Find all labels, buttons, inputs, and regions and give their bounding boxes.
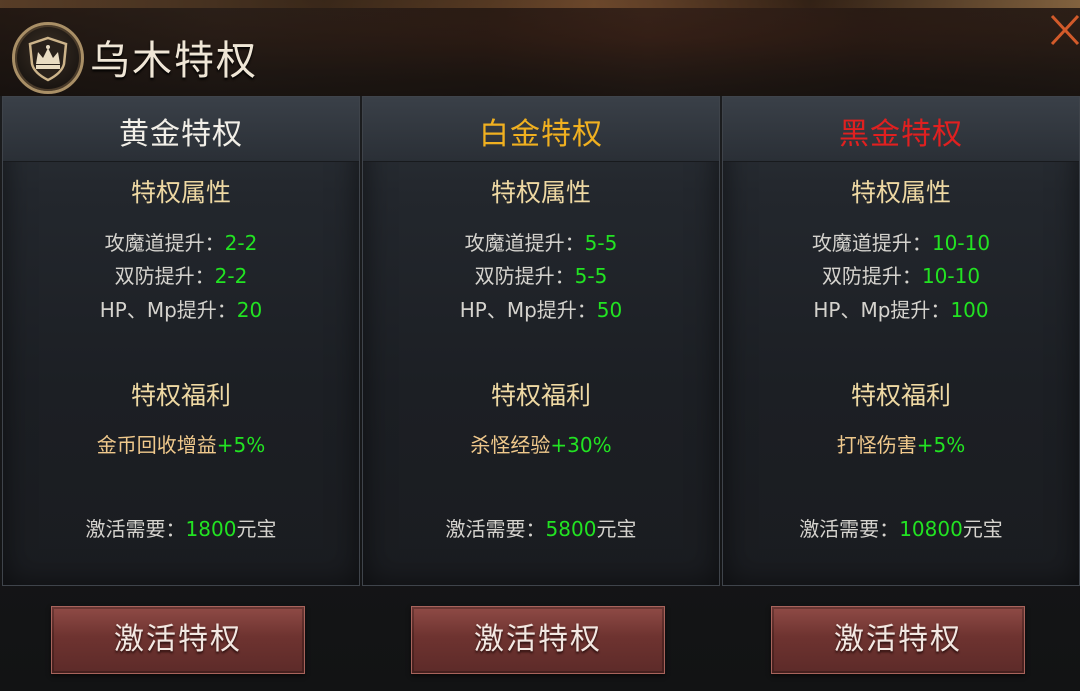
card-title: 黑金特权 bbox=[839, 117, 963, 152]
privilege-card-gold: 黄金特权 特权属性 攻魔道提升：2-2 双防提升：2-2 HP、Mp提升：20 … bbox=[2, 96, 360, 586]
attr-line: 攻魔道提升：2-2 bbox=[104, 231, 258, 255]
attr-line: 攻魔道提升：10-10 bbox=[811, 231, 991, 255]
activate-black-button[interactable]: 激活特权 bbox=[771, 606, 1025, 674]
attr-line: 双防提升：2-2 bbox=[114, 264, 248, 288]
benefit-line: 金币回收增益+5% bbox=[96, 433, 266, 457]
cost-line: 激活需要：1800元宝 bbox=[85, 517, 277, 541]
benefit-line: 杀怪经验+30% bbox=[470, 433, 612, 457]
privilege-card-platinum: 白金特权 特权属性 攻魔道提升：5-5 双防提升：5-5 HP、Mp提升：50 … bbox=[362, 96, 720, 586]
attr-line: HP、Mp提升：20 bbox=[99, 298, 263, 322]
attr-heading: 特权属性 bbox=[850, 178, 951, 207]
card-title: 白金特权 bbox=[479, 117, 603, 152]
close-button[interactable] bbox=[1046, 10, 1080, 50]
attr-line: HP、Mp提升：100 bbox=[813, 298, 989, 322]
cost-line: 激活需要：10800元宝 bbox=[799, 517, 1003, 541]
attr-line: 双防提升：10-10 bbox=[821, 264, 981, 288]
benefit-heading: 特权福利 bbox=[850, 381, 951, 410]
attr-line: 攻魔道提升：5-5 bbox=[464, 231, 618, 255]
close-icon bbox=[1050, 14, 1080, 46]
attr-heading: 特权属性 bbox=[490, 178, 591, 207]
background-scene-strip bbox=[0, 0, 1080, 8]
card-title: 黄金特权 bbox=[119, 117, 243, 152]
benefit-line: 打怪伤害+5% bbox=[836, 433, 966, 457]
benefit-heading: 特权福利 bbox=[130, 381, 231, 410]
attr-line: HP、Mp提升：50 bbox=[459, 298, 623, 322]
attr-line: 双防提升：5-5 bbox=[474, 264, 608, 288]
activate-gold-button[interactable]: 激活特权 bbox=[51, 606, 305, 674]
privilege-card-black: 黑金特权 特权属性 攻魔道提升：10-10 双防提升：10-10 HP、Mp提升… bbox=[722, 96, 1080, 586]
benefit-heading: 特权福利 bbox=[490, 381, 591, 410]
activate-platinum-button[interactable]: 激活特权 bbox=[411, 606, 665, 674]
page-title: 乌木特权 bbox=[90, 38, 258, 84]
attr-heading: 特权属性 bbox=[130, 178, 231, 207]
crown-icon bbox=[12, 22, 84, 94]
cost-line: 激活需要：5800元宝 bbox=[445, 517, 637, 541]
